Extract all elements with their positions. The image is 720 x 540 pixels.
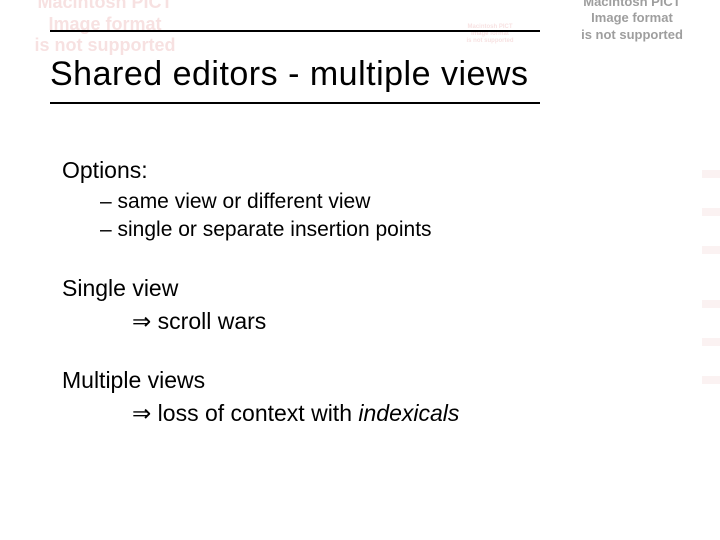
slide: Macintosh PICT Image format is not suppo… [0, 0, 720, 540]
pict-line: is not supported [581, 27, 683, 42]
options-item: – single or separate insertion points [100, 216, 622, 244]
single-view-result-text: scroll wars [158, 308, 267, 334]
decorative-stripes [702, 170, 720, 284]
options-item: – same view or different view [100, 188, 622, 216]
pict-line: Image format [471, 31, 509, 37]
implies-arrow-icon: ⇒ [132, 400, 151, 426]
pict-line: Image format [591, 10, 673, 25]
single-view-lead: Single view [62, 273, 622, 304]
title-rule-top [50, 30, 540, 32]
multiple-views-result-prefix: loss of context with [158, 400, 359, 426]
pict-line: Macintosh PICT [583, 0, 681, 9]
multiple-views-lead: Multiple views [62, 365, 622, 396]
implies-arrow-icon: ⇒ [132, 308, 151, 334]
title-rule-bottom [50, 102, 540, 104]
options-section: Options: – same view or different view –… [62, 155, 622, 245]
pict-line: is not supported [35, 35, 176, 55]
single-view-result: ⇒ scroll wars [132, 306, 622, 337]
multiple-views-result: ⇒ loss of context with indexicals [132, 398, 622, 429]
pict-line: Macintosh PICT [37, 0, 172, 12]
multiple-views-section: Multiple views ⇒ loss of context with in… [62, 365, 622, 429]
options-lead: Options: [62, 155, 622, 186]
decorative-stripes [702, 300, 720, 414]
pict-warning-faint-topleft: Macintosh PICT Image format is not suppo… [0, 0, 210, 57]
slide-body: Options: – same view or different view –… [62, 155, 622, 457]
pict-line: is not supported [467, 38, 514, 44]
pict-warning-topright: Macintosh PICT Image format is not suppo… [562, 0, 702, 43]
slide-title: Shared editors - multiple views [50, 55, 528, 94]
pict-warning-faint-small: Macintosh PICT Image format is not suppo… [420, 24, 560, 46]
single-view-section: Single view ⇒ scroll wars [62, 273, 622, 337]
multiple-views-result-em: indexicals [358, 400, 459, 426]
